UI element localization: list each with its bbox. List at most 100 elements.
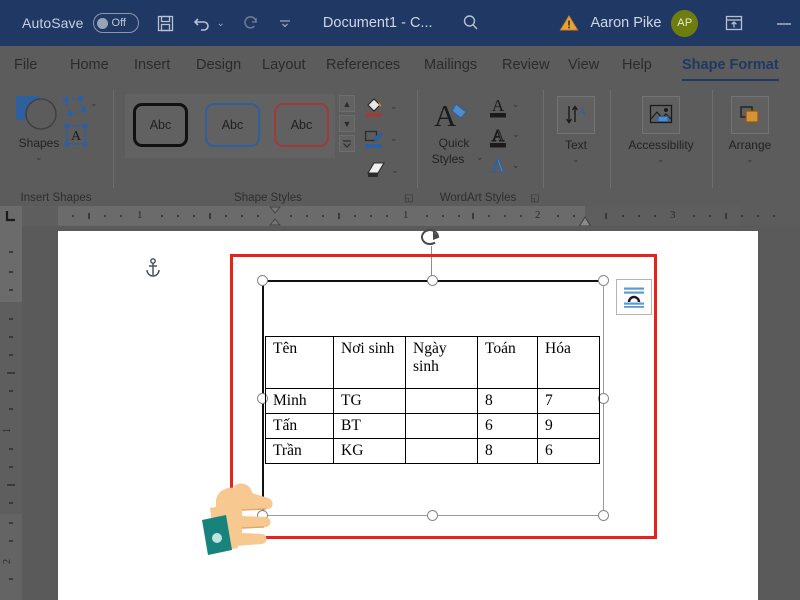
edit-shape-chevron-down-icon[interactable]: ⌄ (90, 98, 98, 109)
shape-styles-scroll-down-button[interactable]: ▼ (339, 115, 355, 132)
ruler-number-3: 3 (670, 209, 676, 221)
shapes-chevron-down-icon[interactable]: ⌄ (35, 152, 43, 163)
wordart-styles-dialog-launcher[interactable]: ◱ (530, 193, 539, 204)
table-header-hoa[interactable]: Hóa (537, 336, 600, 389)
ruler-number-2: 2 (535, 209, 541, 221)
cell-toan[interactable]: 8 (477, 388, 538, 414)
tab-references[interactable]: References (326, 46, 400, 84)
tab-mailings[interactable]: Mailings (424, 46, 477, 84)
text-effects-icon[interactable]: A (488, 154, 508, 185)
quick-styles-label-line2: Styles (431, 152, 465, 166)
text-outline-icon[interactable]: A (488, 124, 508, 155)
tab-help[interactable]: Help (622, 46, 652, 84)
undo-icon[interactable] (192, 14, 212, 32)
save-icon[interactable] (156, 14, 175, 33)
shape-outline-icon[interactable] (363, 128, 385, 157)
cell-toan[interactable]: 8 (477, 438, 538, 464)
text-effects-chevron-down-icon[interactable]: ⌄ (512, 160, 520, 171)
selection-handle-top-left[interactable] (257, 275, 268, 286)
cell-ngay-sinh[interactable] (405, 388, 478, 414)
user-name[interactable]: Aaron Pike (591, 15, 662, 31)
selection-handle-bottom-right[interactable] (598, 510, 609, 521)
cell-hoa[interactable]: 9 (537, 413, 600, 439)
tab-shape-format[interactable]: Shape Format (682, 46, 779, 84)
table-header-noi-sinh[interactable]: Nơi sinh (333, 336, 406, 389)
avatar[interactable]: AP (671, 9, 699, 37)
shape-styles-dialog-launcher[interactable]: ◱ (404, 193, 413, 204)
accessibility-chevron-down-icon[interactable]: ⌄ (657, 154, 665, 165)
redo-icon[interactable] (242, 14, 260, 32)
vertical-ruler[interactable]: 1 2 (0, 226, 22, 600)
table-header-ngay-sinh[interactable]: Ngày sinh (405, 336, 478, 389)
shape-outline-chevron-down-icon[interactable]: ⌄ (390, 133, 398, 144)
cell-hoa[interactable]: 7 (537, 388, 600, 414)
shape-style-thumbnail-red[interactable]: Abc (274, 103, 329, 147)
text-fill-icon[interactable]: A (488, 94, 508, 125)
shape-fill-chevron-down-icon[interactable]: ⌄ (390, 101, 398, 112)
tab-view[interactable]: View (568, 46, 599, 84)
shape-fill-icon[interactable] (363, 96, 385, 125)
text-direction-icon[interactable]: A (557, 96, 595, 134)
cell-toan[interactable]: 6 (477, 413, 538, 439)
autosave-state-label: Off (111, 17, 126, 29)
student-grades-table[interactable]: Tên Nơi sinh Ngày sinh Toán Hóa Minh TG … (265, 336, 600, 464)
autosave-toggle[interactable]: Off (92, 13, 139, 33)
shape-styles-more-button[interactable] (339, 135, 355, 152)
ribbon-display-options-icon[interactable] (724, 14, 744, 32)
tab-file[interactable]: File (14, 46, 37, 84)
quick-styles-chevron-down-icon[interactable]: ⌄ (476, 152, 484, 163)
table-header-ten[interactable]: Tên (265, 336, 334, 389)
ribbon-divider (610, 90, 611, 188)
tab-insert[interactable]: Insert (134, 46, 170, 84)
rotation-handle-icon[interactable] (420, 228, 444, 253)
autosave-label: AutoSave (22, 15, 84, 31)
arrange-group-label: Arrange (728, 138, 772, 152)
warning-triangle-icon[interactable] (559, 14, 579, 32)
quick-styles-icon[interactable]: A (430, 96, 474, 139)
customize-quick-access-icon[interactable] (277, 16, 293, 30)
tab-stop-selector[interactable] (0, 206, 22, 226)
edit-shape-icon[interactable] (60, 94, 90, 125)
tab-layout[interactable]: Layout (262, 46, 306, 84)
shape-style-thumbnail-black[interactable]: Abc (133, 103, 188, 147)
cell-ten[interactable]: Tấn (265, 413, 334, 439)
cell-hoa[interactable]: 6 (537, 438, 600, 464)
left-tab-stop-icon (5, 211, 15, 222)
shapes-gallery-button[interactable] (12, 92, 64, 141)
arrange-objects-icon[interactable] (731, 96, 769, 134)
cell-noi-sinh[interactable]: BT (333, 413, 406, 439)
autosave-toggle-knob (96, 17, 108, 29)
cell-ngay-sinh[interactable] (405, 413, 478, 439)
minimize-button[interactable] (774, 16, 794, 30)
ribbon-divider (113, 90, 114, 188)
vruler-bottom-margin (0, 514, 22, 600)
arrange-chevron-down-icon[interactable]: ⌄ (746, 154, 754, 165)
alt-text-icon[interactable] (642, 96, 680, 134)
text-fill-chevron-down-icon[interactable]: ⌄ (512, 99, 520, 110)
horizontal-ruler[interactable]: 1 1 2 3 (0, 206, 800, 227)
table-header-toan[interactable]: Toán (477, 336, 538, 389)
undo-dropdown-chevron-down-icon[interactable]: ⌄ (217, 18, 225, 29)
cell-ten[interactable]: Minh (265, 388, 334, 414)
tab-home[interactable]: Home (70, 46, 109, 84)
shape-styles-scroll-up-button[interactable]: ▲ (339, 95, 355, 112)
tab-design[interactable]: Design (196, 46, 241, 84)
search-icon[interactable] (461, 13, 481, 33)
selection-handle-top-right[interactable] (598, 275, 609, 286)
shape-style-thumbnail-blue[interactable]: Abc (205, 103, 260, 147)
cell-ngay-sinh[interactable] (405, 438, 478, 464)
cell-noi-sinh[interactable]: KG (333, 438, 406, 464)
shape-effects-icon[interactable] (363, 160, 387, 185)
text-outline-chevron-down-icon[interactable]: ⌄ (512, 129, 520, 140)
tab-review[interactable]: Review (502, 46, 550, 84)
selection-handle-bottom-center[interactable] (427, 510, 438, 521)
selection-handle-top-center[interactable] (427, 275, 438, 286)
layout-options-button[interactable] (616, 279, 652, 315)
text-box-icon[interactable]: A (62, 122, 90, 153)
shape-effects-chevron-down-icon[interactable]: ⌄ (391, 165, 399, 176)
cell-ten[interactable]: Trần (265, 438, 334, 464)
cell-noi-sinh[interactable]: TG (333, 388, 406, 414)
text-group-chevron-down-icon[interactable]: ⌄ (572, 154, 580, 165)
pointing-hand-cursor (196, 468, 278, 561)
group-label-wordart-styles: WordArt Styles (439, 192, 517, 204)
